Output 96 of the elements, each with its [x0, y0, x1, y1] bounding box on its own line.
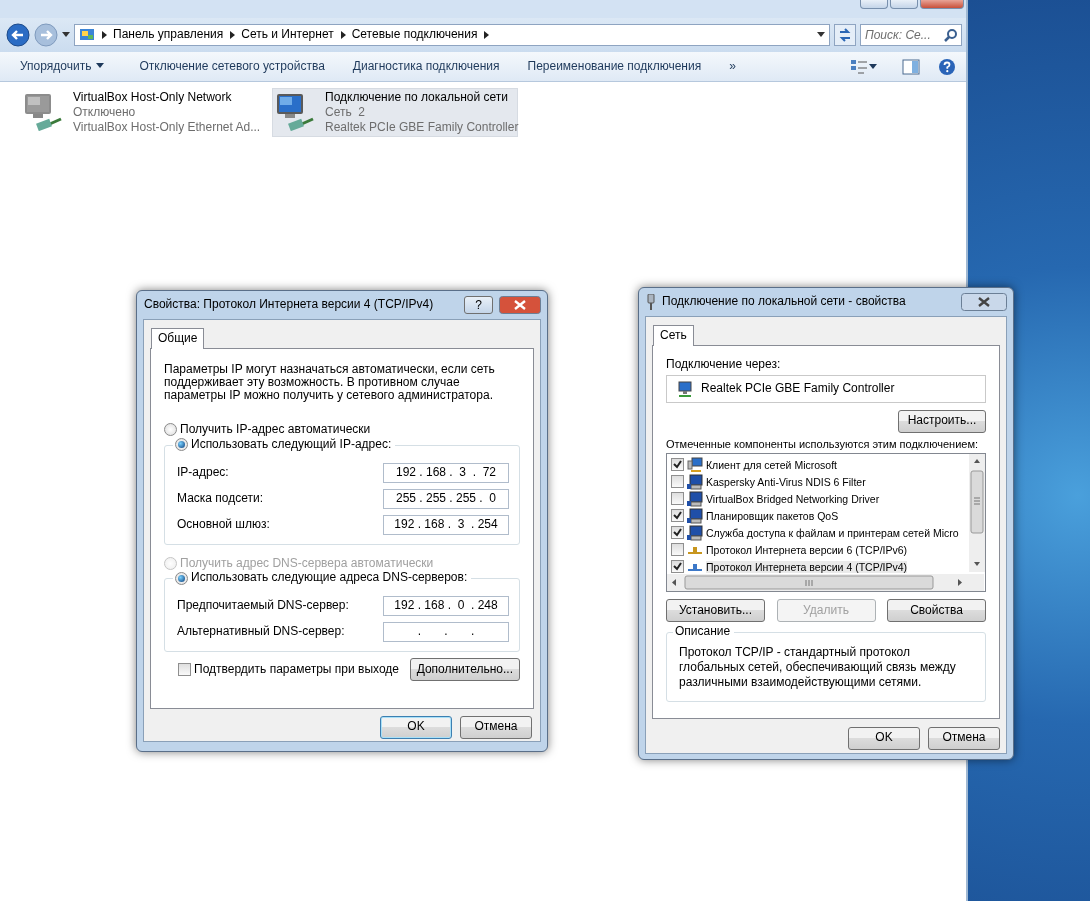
vertical-scrollbar[interactable] — [969, 454, 985, 573]
breadcrumb-link[interactable]: Сетевые подключения — [351, 28, 478, 42]
radio-label: Использовать следующий IP-адрес: — [191, 437, 392, 452]
service-computer-icon — [687, 490, 703, 507]
description-text: Протокол TCP/IP - стандартный протокол глобальных сетей, обеспечивающий связь между различными взаимодействующими сетями. — [679, 645, 957, 691]
minimize-button[interactable] — [860, 0, 888, 9]
close-button[interactable] — [499, 296, 541, 314]
window-title: Свойства: Протокол Интернета версии 4 (TCP/IPv4) — [144, 298, 434, 312]
field-label: Альтернативный DNS-сервер: — [177, 625, 345, 640]
list-item[interactable]: Планировщик пакетов QoS — [706, 509, 839, 522]
back-button[interactable] — [6, 23, 30, 47]
radio-button[interactable] — [175, 438, 188, 451]
toolbar-button[interactable]: Диагностика подключения — [342, 56, 510, 77]
maximize-button[interactable] — [890, 0, 918, 9]
dropdown-arrow-icon[interactable] — [817, 32, 825, 38]
field-label: IP-адрес: — [177, 465, 229, 480]
tab[interactable]: Сеть — [653, 325, 694, 346]
breadcrumb-link[interactable]: Панель управления — [113, 28, 224, 42]
caret-icon[interactable] — [868, 63, 878, 70]
adapter-name: VirtualBox Host-Only Ethernet Ad... — [73, 120, 261, 135]
connection-name: Подключение по локальной сети — [325, 91, 509, 105]
adapter-name: Realtek PCIe GBE Family Controller — [701, 381, 895, 396]
cancel-button[interactable]: Отмена — [460, 715, 532, 739]
list-item[interactable]: Протокол Интернета версии 4 (TCP/IPv4) — [706, 560, 908, 573]
field-label: Основной шлюз: — [177, 517, 270, 532]
configure-button[interactable]: Настроить... — [898, 409, 986, 433]
connection-status: Сеть 2 — [325, 105, 367, 120]
list-item[interactable]: Служба доступа к файлам и принтерам сетей Micro — [706, 526, 959, 539]
breadcrumb-link[interactable]: Сеть и Интернет — [241, 28, 334, 42]
organize-menu-button[interactable]: Упорядочить — [10, 56, 116, 77]
radio-label: Использовать следующие адреса DNS-серверов: — [191, 571, 468, 586]
network-connection-item[interactable]: Подключение по локальной сети Сеть 2 Realtek PCIe GBE Family Controller — [272, 88, 518, 138]
checkbox[interactable] — [671, 475, 684, 489]
chevron-icon[interactable] — [101, 30, 107, 40]
radio-label: Получить IP-адрес автоматически — [180, 422, 371, 437]
ip-address-field[interactable]: 192 . 168 . 0 . 248 — [383, 596, 509, 617]
horizontal-scrollbar[interactable] — [667, 574, 984, 592]
service-computer-icon — [687, 473, 703, 490]
refresh-button[interactable] — [834, 24, 856, 46]
field-label: Маска подсети: — [177, 491, 264, 506]
ok-button[interactable]: OK — [380, 715, 452, 739]
checkbox[interactable] — [671, 543, 684, 557]
preview-pane-icon[interactable] — [902, 58, 920, 75]
install-button[interactable]: Установить... — [666, 599, 765, 623]
search-icon — [944, 28, 958, 42]
view-options-icon[interactable] — [850, 58, 868, 75]
field-label: Предпочитаемый DNS-сервер: — [177, 599, 349, 614]
caret-icon — [95, 63, 106, 70]
toolbar-button[interactable]: Переименование подключения — [517, 56, 712, 77]
radio-button[interactable] — [175, 571, 188, 585]
client-computer-icon — [687, 456, 703, 473]
connection-name: VirtualBox Host-Only Network — [73, 91, 233, 105]
radio-button[interactable] — [164, 423, 177, 437]
connection-status: Отключено — [73, 105, 137, 120]
list-item[interactable]: Клиент для сетей Microsoft — [706, 458, 837, 471]
service-computer-icon — [687, 524, 703, 541]
search-field[interactable]: Поиск: Се... — [860, 24, 962, 46]
checkbox[interactable] — [671, 560, 684, 574]
checkbox[interactable] — [671, 492, 684, 506]
cancel-button[interactable]: Отмена — [928, 726, 1000, 750]
checkbox[interactable] — [671, 509, 684, 523]
help-button[interactable]: ? — [464, 296, 493, 314]
chevron-icon[interactable] — [483, 30, 490, 40]
checkbox[interactable] — [178, 663, 191, 677]
list-item[interactable]: Протокол Интернета версии 6 (TCP/IPv6) — [706, 543, 908, 556]
dropdown-arrow-icon[interactable] — [62, 32, 70, 38]
checkbox[interactable] — [671, 458, 684, 472]
help-icon[interactable] — [938, 57, 956, 76]
ip-address-field[interactable]: 192 . 168 . 3 . 254 — [383, 514, 509, 535]
close-button[interactable] — [961, 293, 1007, 311]
toolbar-button[interactable]: Отключение сетевого устройства — [129, 56, 335, 77]
ip-address-field[interactable]: . . . — [383, 622, 509, 643]
intro-text: Параметры IP могут назначаться автоматически, если сеть поддерживает эту возможность. В противном случае параметры IP можно получить у сетевого администратора. — [164, 362, 496, 402]
tab[interactable]: Общие — [151, 328, 205, 349]
list-item[interactable]: Kaspersky Anti-Virus NDIS 6 Filter — [706, 475, 866, 488]
ip-address-field[interactable]: 192 . 168 . 3 . 72 — [383, 462, 509, 483]
checkbox-label: Подтвердить параметры при выходе — [194, 663, 399, 677]
adapter-name: Realtek PCIe GBE Family Controller — [325, 120, 519, 135]
radio-label: Получить адрес DNS-сервера автоматически — [180, 556, 434, 571]
service-computer-icon — [687, 507, 703, 524]
ok-button[interactable]: OK — [848, 726, 920, 750]
control-panel-icon — [79, 27, 95, 43]
network-adapter-icon — [677, 380, 693, 397]
address-bar[interactable]: Панель управления Сеть и Интернет Сетевые подключения — [74, 24, 830, 46]
section-label: Подключение через: — [666, 357, 782, 372]
ip-address-field[interactable]: 255 . 255 . 255 . 0 — [383, 488, 509, 509]
checkbox[interactable] — [671, 526, 684, 540]
chevron-icon[interactable] — [229, 30, 236, 40]
properties-button[interactable]: Свойства — [887, 599, 986, 623]
window-title: Подключение по локальной сети - свойства — [662, 295, 906, 309]
section-label: Отмеченные компоненты используются этим подключением: — [666, 437, 980, 451]
plug-icon — [646, 294, 656, 310]
list-item[interactable]: VirtualBox Bridged Networking Driver — [706, 492, 880, 505]
more-commands-button[interactable]: » — [719, 56, 746, 77]
advanced-button[interactable]: Дополнительно... — [409, 658, 520, 682]
chevron-icon[interactable] — [339, 30, 346, 40]
